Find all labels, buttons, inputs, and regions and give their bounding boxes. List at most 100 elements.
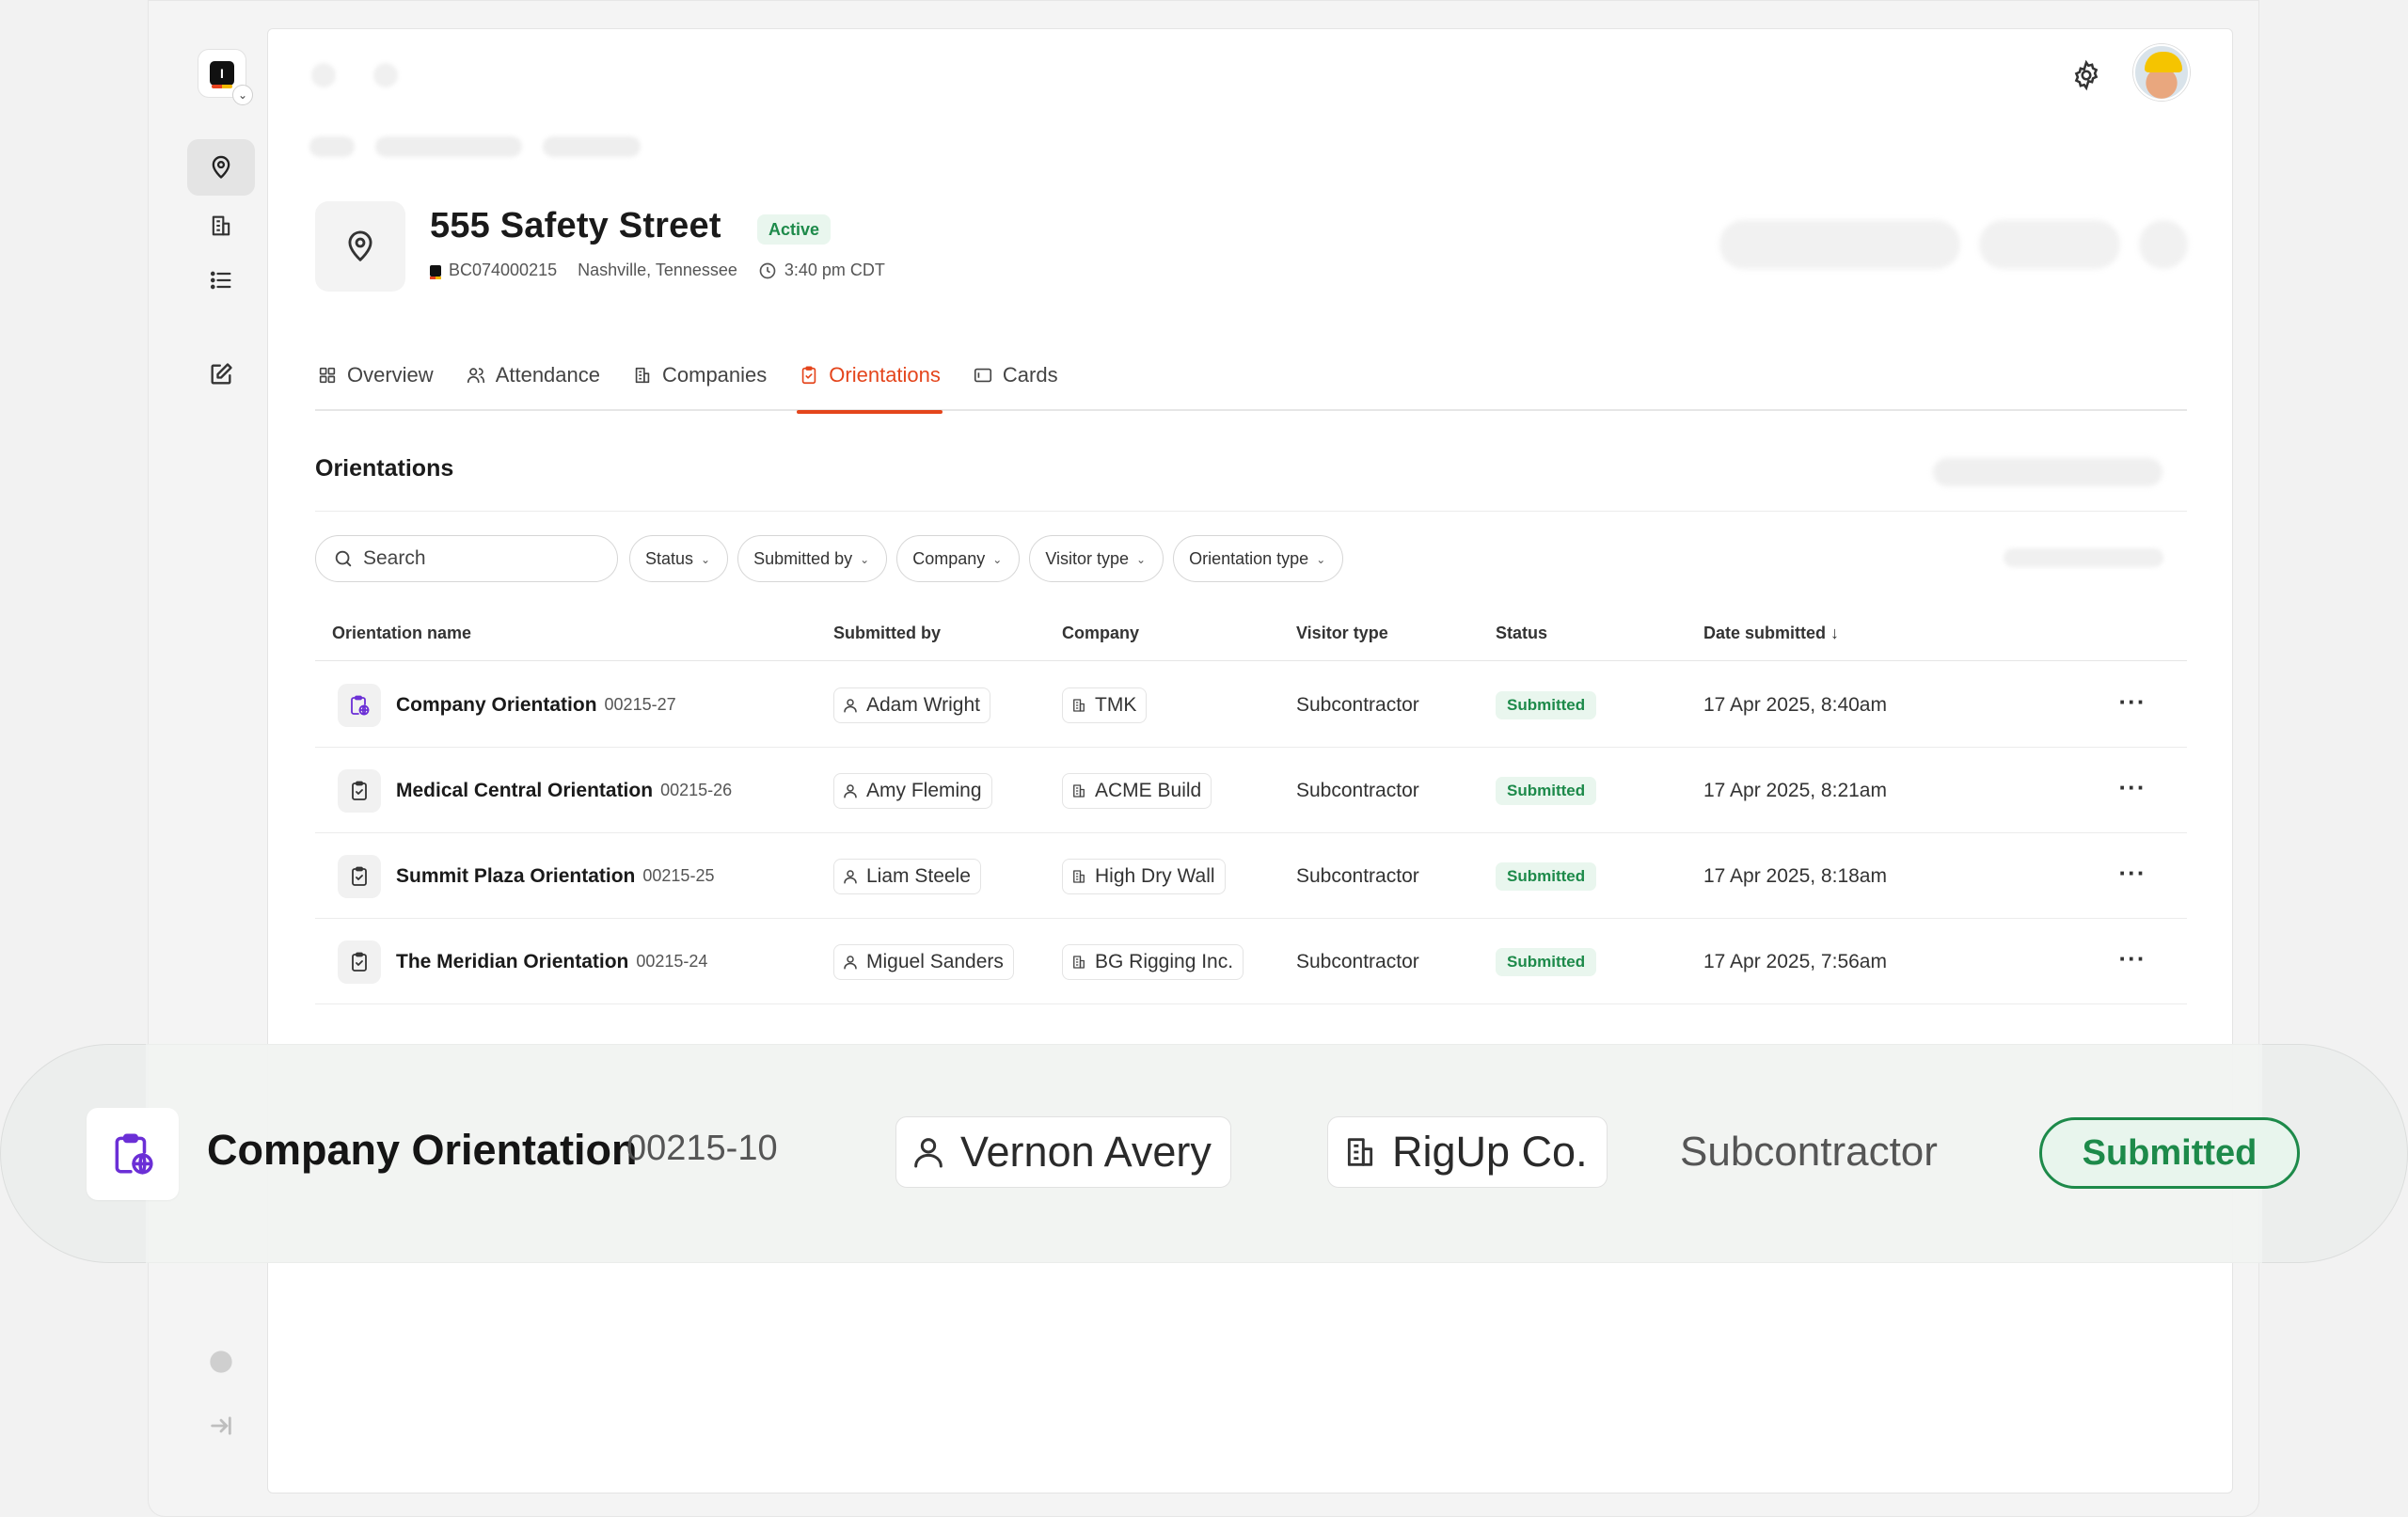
- filter-orientation-type[interactable]: Orientation type ⌄: [1173, 535, 1344, 582]
- table-row[interactable]: Summit Plaza Orientation 00215-25 Liam S…: [315, 833, 2187, 919]
- highlight-company-chip[interactable]: RigUp Co.: [1327, 1116, 1608, 1188]
- edit-icon: [211, 363, 232, 385]
- site-code: BC074000215: [449, 261, 558, 279]
- table-row[interactable]: Medical Central Orientation 00215-26 Amy…: [315, 748, 2187, 833]
- filter-submitted-by[interactable]: Submitted by ⌄: [737, 535, 888, 582]
- manage-orientations-button[interactable]: [1933, 458, 2162, 486]
- tab-label: Orientations: [829, 363, 941, 387]
- page-title: 555 Safety Street: [430, 206, 721, 245]
- filter-label: Status: [645, 548, 694, 568]
- highlight-submitter-name: Vernon Avery: [960, 1128, 1212, 1176]
- site-time: 3:40 pm CDT: [784, 261, 885, 279]
- clock-icon: [759, 262, 776, 278]
- orientation-number: 00215-26: [660, 781, 733, 799]
- orientation-name[interactable]: Medical Central Orientation: [396, 780, 653, 802]
- status-badge: Submitted: [1496, 861, 1597, 891]
- clipboard-check-icon: [338, 854, 381, 898]
- building-icon: [1073, 698, 1085, 712]
- highlight-orientation-name[interactable]: Company Orientation: [207, 1126, 638, 1175]
- filter-status[interactable]: Status ⌄: [629, 535, 729, 582]
- row-more-button[interactable]: ···: [2114, 775, 2151, 805]
- filter-company[interactable]: Company ⌄: [896, 535, 1021, 582]
- column-header-visitor-type[interactable]: Visitor type: [1296, 624, 1388, 643]
- building-icon: [1073, 869, 1085, 883]
- orientation-number: 00215-25: [642, 866, 715, 885]
- column-header-status[interactable]: Status: [1496, 624, 1547, 643]
- rail-help-button[interactable]: [187, 1334, 255, 1390]
- grid-icon: [319, 367, 336, 384]
- row-more-button[interactable]: ···: [2114, 861, 2151, 891]
- orientation-number: 00215-24: [636, 952, 708, 971]
- tab-cards[interactable]: Cards: [971, 340, 1060, 411]
- user-icon: [844, 869, 857, 883]
- orientation-name[interactable]: Company Orientation: [396, 694, 597, 717]
- section-title: Orientations: [315, 455, 454, 482]
- gear-icon[interactable]: [2070, 59, 2102, 91]
- logout-icon: [211, 1416, 231, 1435]
- chevron-down-icon: ⌄: [860, 553, 870, 566]
- filter-label: Visitor type: [1045, 548, 1130, 568]
- filter-bar: Status ⌄ Submitted by ⌄ Company ⌄ Visitor t…: [629, 535, 1344, 582]
- tab-label: Companies: [662, 363, 768, 387]
- table-row[interactable]: The Meridian Orientation 00215-24 Miguel…: [315, 919, 2187, 1004]
- submitter-chip[interactable]: Amy Fleming: [833, 772, 992, 809]
- orientation-name[interactable]: The Meridian Orientation: [396, 951, 628, 973]
- tab-orientations[interactable]: Orientations: [797, 340, 943, 414]
- rail-logout-button[interactable]: [187, 1398, 255, 1454]
- company-name: ACME Build: [1095, 779, 1202, 801]
- tab-label: Attendance: [495, 363, 600, 387]
- help-icon: [210, 1351, 232, 1373]
- clipboard-globe-icon: [338, 683, 381, 727]
- site-status-badge: Active: [757, 214, 832, 245]
- company-chip[interactable]: TMK: [1062, 687, 1148, 723]
- row-more-button[interactable]: ···: [2114, 689, 2151, 719]
- search-input[interactable]: [363, 547, 598, 570]
- submitter-chip[interactable]: Adam Wright: [833, 687, 990, 723]
- header-action-button[interactable]: [1719, 220, 1960, 269]
- logo-mark: I: [210, 61, 234, 88]
- tab-label: Overview: [347, 363, 434, 387]
- company-chip[interactable]: High Dry Wall: [1062, 858, 1226, 894]
- submitter-chip[interactable]: Miguel Sanders: [833, 943, 1014, 980]
- divider: [315, 511, 2187, 512]
- main-panel: 555 Safety Street Active BC074000215 Nas…: [267, 28, 2233, 1493]
- tab-overview[interactable]: Overview: [315, 340, 436, 411]
- user-icon: [844, 955, 857, 969]
- filter-visitor-type[interactable]: Visitor type ⌄: [1029, 535, 1164, 582]
- user-icon: [844, 698, 857, 712]
- company-chip[interactable]: ACME Build: [1062, 772, 1212, 809]
- company-name: BG Rigging Inc.: [1095, 950, 1234, 972]
- submitter-chip[interactable]: Liam Steele: [833, 858, 981, 894]
- rail-location-button[interactable]: [187, 139, 255, 196]
- workspace-switcher-chevron-icon[interactable]: ⌄: [232, 85, 253, 105]
- column-header-submitted-by[interactable]: Submitted by: [833, 624, 941, 643]
- submitter-name: Amy Fleming: [866, 779, 982, 801]
- user-icon: [914, 1138, 943, 1168]
- rail-companies-button[interactable]: [187, 198, 255, 254]
- rail-edit-button[interactable]: [187, 346, 255, 403]
- site-meta: BC074000215 Nashville, Tennessee 3:40 pm…: [430, 261, 885, 280]
- highlight-submitter-chip[interactable]: Vernon Avery: [895, 1116, 1231, 1188]
- status-badge: Submitted: [1496, 690, 1597, 719]
- search-box[interactable]: [315, 535, 618, 582]
- visitor-type: Subcontractor: [1296, 950, 1419, 972]
- building-icon: [635, 367, 650, 384]
- visitor-type: Subcontractor: [1296, 693, 1419, 716]
- company-logo-icon: [430, 264, 441, 279]
- avatar[interactable]: [2133, 44, 2190, 101]
- tab-attendance[interactable]: Attendance: [464, 340, 602, 411]
- company-chip[interactable]: BG Rigging Inc.: [1062, 943, 1244, 980]
- orientation-name[interactable]: Summit Plaza Orientation: [396, 865, 635, 888]
- table-row[interactable]: Company Orientation 00215-27 Adam Wright…: [315, 662, 2187, 748]
- clipboard-check-icon: [338, 940, 381, 984]
- date-submitted: 17 Apr 2025, 7:56am: [1703, 950, 1887, 972]
- header-action-button[interactable]: [1979, 220, 2120, 269]
- rail-list-button[interactable]: [187, 252, 255, 308]
- column-header-name[interactable]: Orientation name: [332, 624, 471, 643]
- tab-companies[interactable]: Companies: [630, 340, 768, 411]
- header-actions: [1719, 220, 2188, 269]
- column-header-date[interactable]: Date submitted ↓: [1703, 624, 1839, 643]
- row-more-button[interactable]: ···: [2114, 946, 2151, 976]
- column-header-company[interactable]: Company: [1062, 624, 1139, 643]
- header-more-button[interactable]: [2139, 220, 2188, 269]
